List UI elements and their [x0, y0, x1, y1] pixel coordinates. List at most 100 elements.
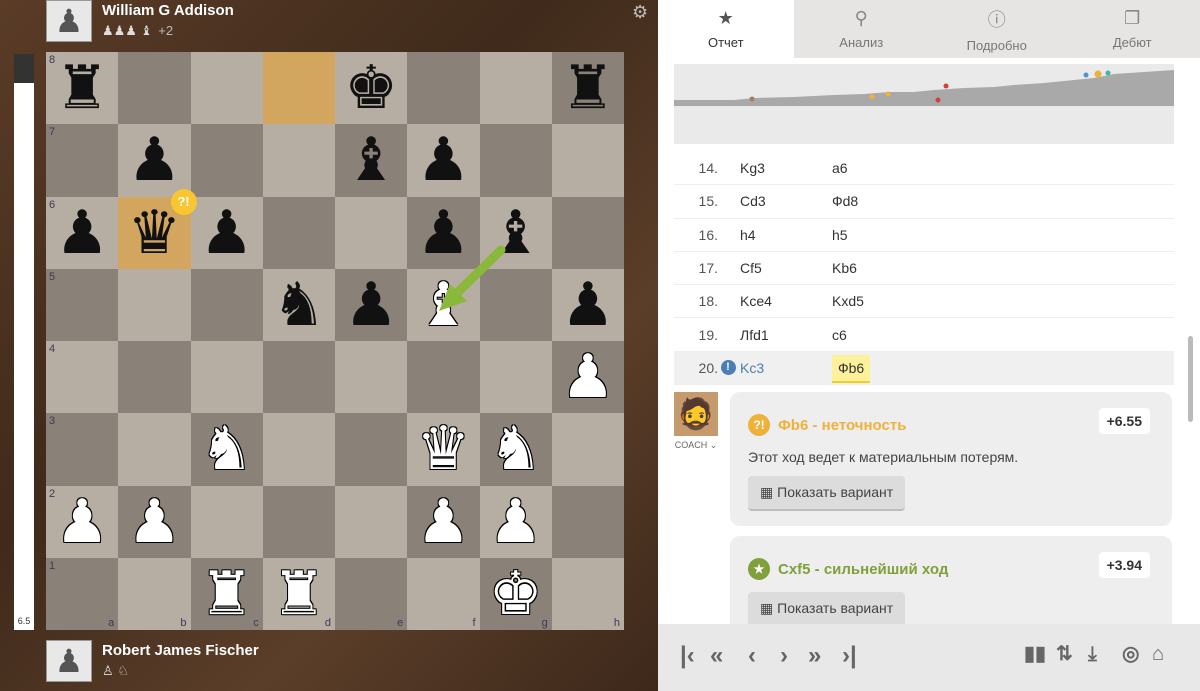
white-pawn-icon[interactable]: ♟	[561, 347, 615, 407]
white-move[interactable]: Cd3	[738, 193, 832, 209]
square-b3[interactable]	[118, 413, 191, 486]
square-g1[interactable]: g ♚	[479, 557, 552, 630]
scrollbar[interactable]	[1188, 336, 1193, 422]
white-move[interactable]: Kg3	[738, 160, 832, 176]
square-b7[interactable]: ♟	[118, 124, 191, 197]
square-e8[interactable]: ♚	[335, 52, 408, 125]
show-variation-button[interactable]: ▦ Показать вариант	[748, 476, 906, 511]
white-bishop-icon[interactable]: ♝	[416, 275, 470, 335]
square-f8[interactable]	[407, 52, 480, 125]
tab-opening[interactable]: ❐ Дебют	[1065, 0, 1200, 58]
black-king-icon[interactable]: ♚	[344, 58, 398, 118]
square-b8[interactable]	[118, 52, 191, 125]
square-g4[interactable]	[479, 341, 552, 414]
square-f7[interactable]: ♟	[407, 124, 480, 197]
black-bishop-icon[interactable]: ♝	[489, 203, 543, 263]
square-b5[interactable]	[118, 268, 191, 341]
square-g7[interactable]	[479, 124, 552, 197]
square-h3[interactable]	[551, 413, 624, 486]
square-c7[interactable]	[190, 124, 263, 197]
coach-avatar[interactable]: 🧔	[674, 392, 718, 436]
bottom-player-avatar[interactable]: ♟	[46, 640, 92, 682]
square-d8[interactable]	[262, 52, 335, 125]
last-move-icon[interactable]: ›|	[842, 644, 857, 668]
white-rook-icon[interactable]: ♜	[272, 564, 326, 624]
square-c6[interactable]: ♟	[190, 196, 263, 269]
square-e5[interactable]: ♟	[335, 268, 408, 341]
white-king-icon[interactable]: ♚	[489, 564, 543, 624]
white-pawn-icon[interactable]: ♟	[55, 492, 109, 552]
black-pawn-icon[interactable]: ♟	[55, 203, 109, 263]
black-move[interactable]: Фb6	[832, 354, 932, 383]
tab-details[interactable]: ⓘ Подробно	[929, 0, 1065, 58]
white-pawn-icon[interactable]: ♟	[489, 492, 543, 552]
black-pawn-icon[interactable]: ♟	[416, 203, 470, 263]
black-pawn-icon[interactable]: ♟	[127, 130, 181, 190]
square-c8[interactable]	[190, 52, 263, 125]
white-move[interactable]: Kce4	[738, 293, 832, 309]
black-pawn-icon[interactable]: ♟	[416, 130, 470, 190]
top-player-name[interactable]: William G Addison	[102, 2, 234, 19]
show-variation-button[interactable]: ▦ Показать вариант	[748, 592, 906, 627]
square-h7[interactable]	[551, 124, 624, 197]
white-knight-icon[interactable]: ♞	[489, 419, 543, 479]
square-c5[interactable]	[190, 268, 263, 341]
coach-label[interactable]: COACH ⌄	[674, 440, 718, 451]
fast-forward-icon[interactable]: »	[808, 644, 821, 668]
black-move[interactable]: Kb6	[832, 260, 932, 276]
square-d7[interactable]	[262, 124, 335, 197]
square-d4[interactable]	[262, 341, 335, 414]
square-d6[interactable]	[262, 196, 335, 269]
first-move-icon[interactable]: |‹	[680, 644, 695, 668]
top-player-avatar[interactable]: ♟	[46, 0, 92, 42]
gear-icon[interactable]: ⚙	[632, 2, 648, 23]
square-a3[interactable]: 3	[46, 413, 119, 486]
white-move[interactable]: h4	[738, 227, 832, 243]
white-move[interactable]: Cf5	[738, 260, 832, 276]
square-e6[interactable]	[335, 196, 408, 269]
white-move[interactable]: Лfd1	[738, 327, 832, 343]
square-e1[interactable]: e	[335, 557, 408, 630]
next-move-icon[interactable]: ›	[780, 644, 788, 668]
white-pawn-icon[interactable]: ♟	[416, 492, 470, 552]
white-move[interactable]: Kc3	[738, 360, 832, 376]
black-move[interactable]: a6	[832, 160, 932, 176]
square-f5[interactable]: ♝	[407, 268, 480, 341]
square-e7[interactable]: ♝	[335, 124, 408, 197]
previous-move-icon[interactable]: ‹	[748, 644, 756, 668]
square-c3[interactable]: ♞	[190, 413, 263, 486]
chessboard[interactable]: 8 ♜ ♚ ♜ 7 ♟ ♝ ♟ 6 ♟ ♛?! ♟ ♟ ♝ 5 ♞ ♟ ♝ ♟ 4 ♟ 3 ♞ ♛ ♞ 2 ♟ ♟ ♟ ♟ 1 a b c ♜ d ♜ e…	[46, 52, 624, 630]
tab-analysis[interactable]: ⚲ Анализ	[794, 0, 930, 58]
square-a8[interactable]: 8 ♜	[46, 52, 119, 125]
black-move[interactable]: Kxd5	[832, 293, 932, 309]
square-h6[interactable]	[551, 196, 624, 269]
download-icon[interactable]: ⤓	[1088, 644, 1097, 664]
rewind-icon[interactable]: «	[710, 644, 723, 668]
square-b2[interactable]: ♟	[118, 485, 191, 558]
black-bishop-icon[interactable]: ♝	[344, 130, 398, 190]
square-a5[interactable]: 5	[46, 268, 119, 341]
black-move[interactable]: Фd8	[832, 193, 932, 209]
square-g5[interactable]	[479, 268, 552, 341]
square-d2[interactable]	[262, 485, 335, 558]
square-d1[interactable]: d ♜	[262, 557, 335, 630]
bottom-player-name[interactable]: Robert James Fischer	[102, 642, 259, 659]
square-a6[interactable]: 6 ♟	[46, 196, 119, 269]
library-icon[interactable]: ⌂	[1152, 644, 1164, 664]
chart-icon[interactable]: ▮▮	[1024, 644, 1046, 664]
square-f3[interactable]: ♛	[407, 413, 480, 486]
square-f1[interactable]: f	[407, 557, 480, 630]
coach[interactable]: 🧔 COACH ⌄	[674, 392, 718, 451]
square-f2[interactable]: ♟	[407, 485, 480, 558]
square-e4[interactable]	[335, 341, 408, 414]
square-e3[interactable]	[335, 413, 408, 486]
square-h8[interactable]: ♜	[551, 52, 624, 125]
black-rook-icon[interactable]: ♜	[55, 58, 109, 118]
square-h1[interactable]: h	[551, 557, 624, 630]
black-move[interactable]: c6	[832, 327, 932, 343]
black-pawn-icon[interactable]: ♟	[200, 203, 254, 263]
flip-board-icon[interactable]: ⇅	[1056, 644, 1073, 664]
square-g8[interactable]	[479, 52, 552, 125]
square-d3[interactable]	[262, 413, 335, 486]
black-move[interactable]: h5	[832, 227, 932, 243]
